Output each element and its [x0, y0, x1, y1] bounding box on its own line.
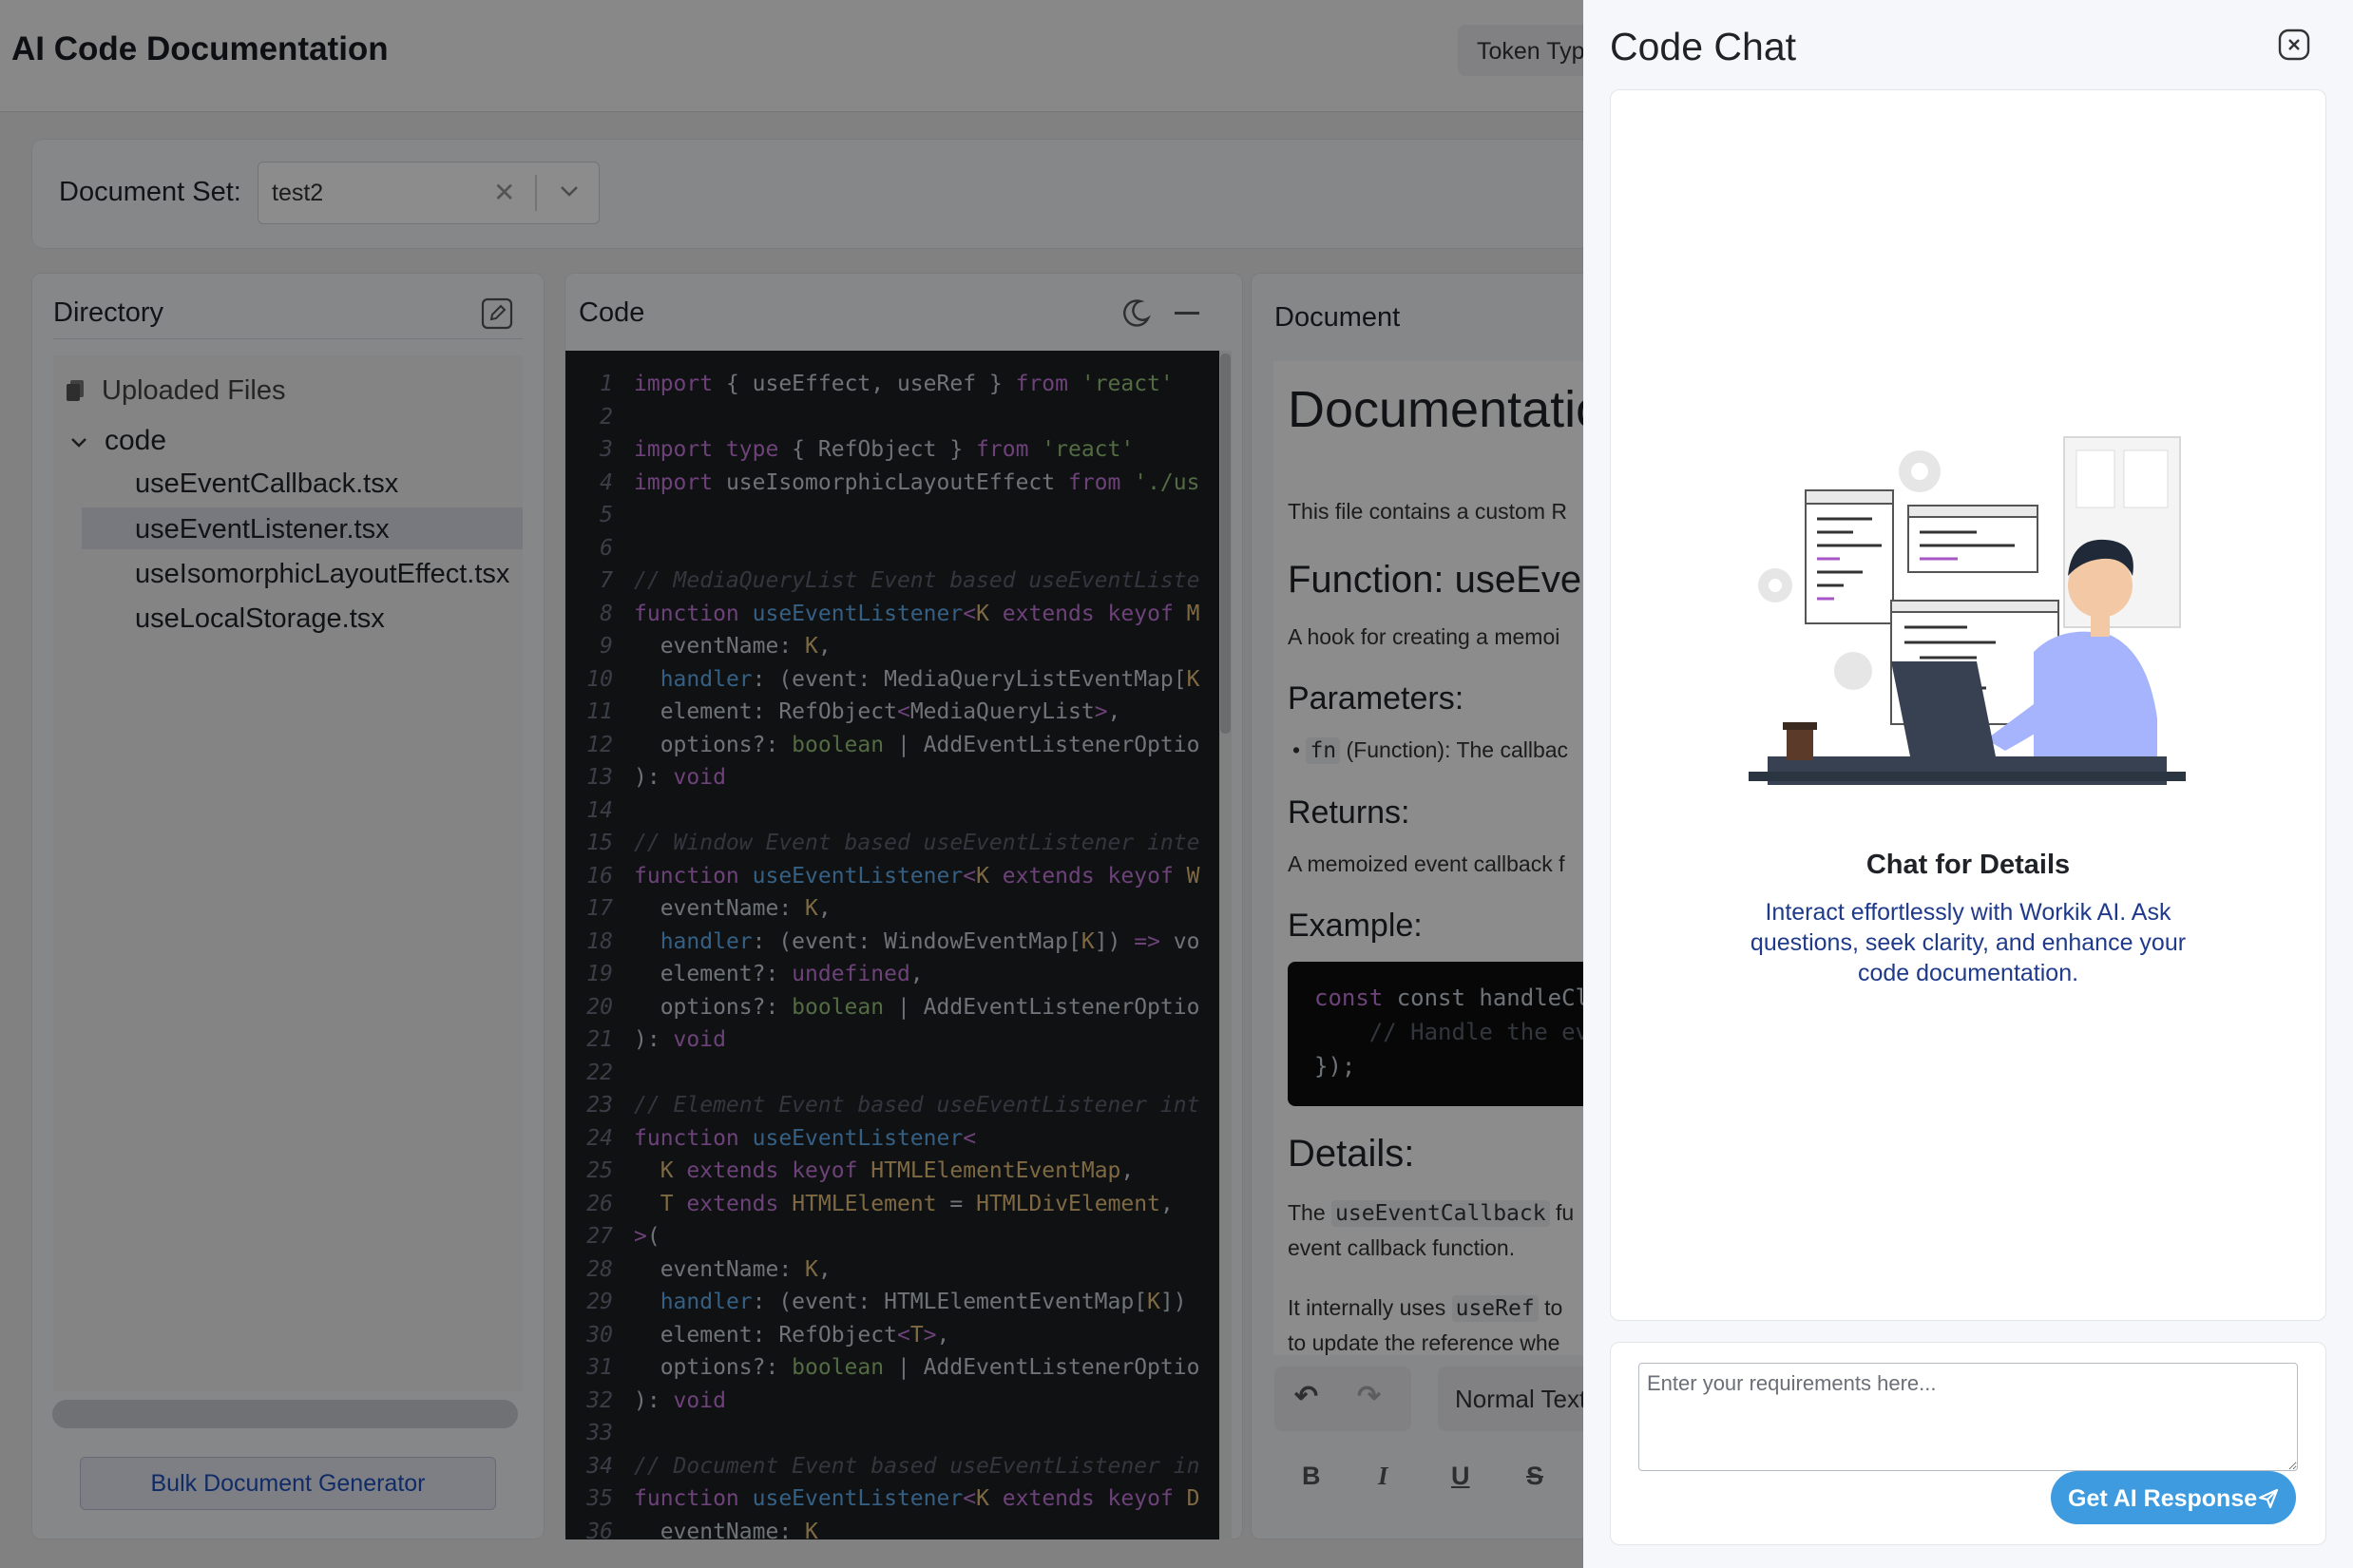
chat-title: Code Chat [1610, 25, 1797, 68]
close-icon[interactable] [2278, 29, 2310, 61]
chat-heading: Chat for Details [1865, 850, 2071, 880]
chat-description: Interact effortlessly with Workik AI. As… [1750, 899, 2187, 986]
send-icon [2258, 1488, 2279, 1509]
requirements-input[interactable] [1638, 1363, 2298, 1471]
developer-illustration [1749, 436, 2186, 785]
